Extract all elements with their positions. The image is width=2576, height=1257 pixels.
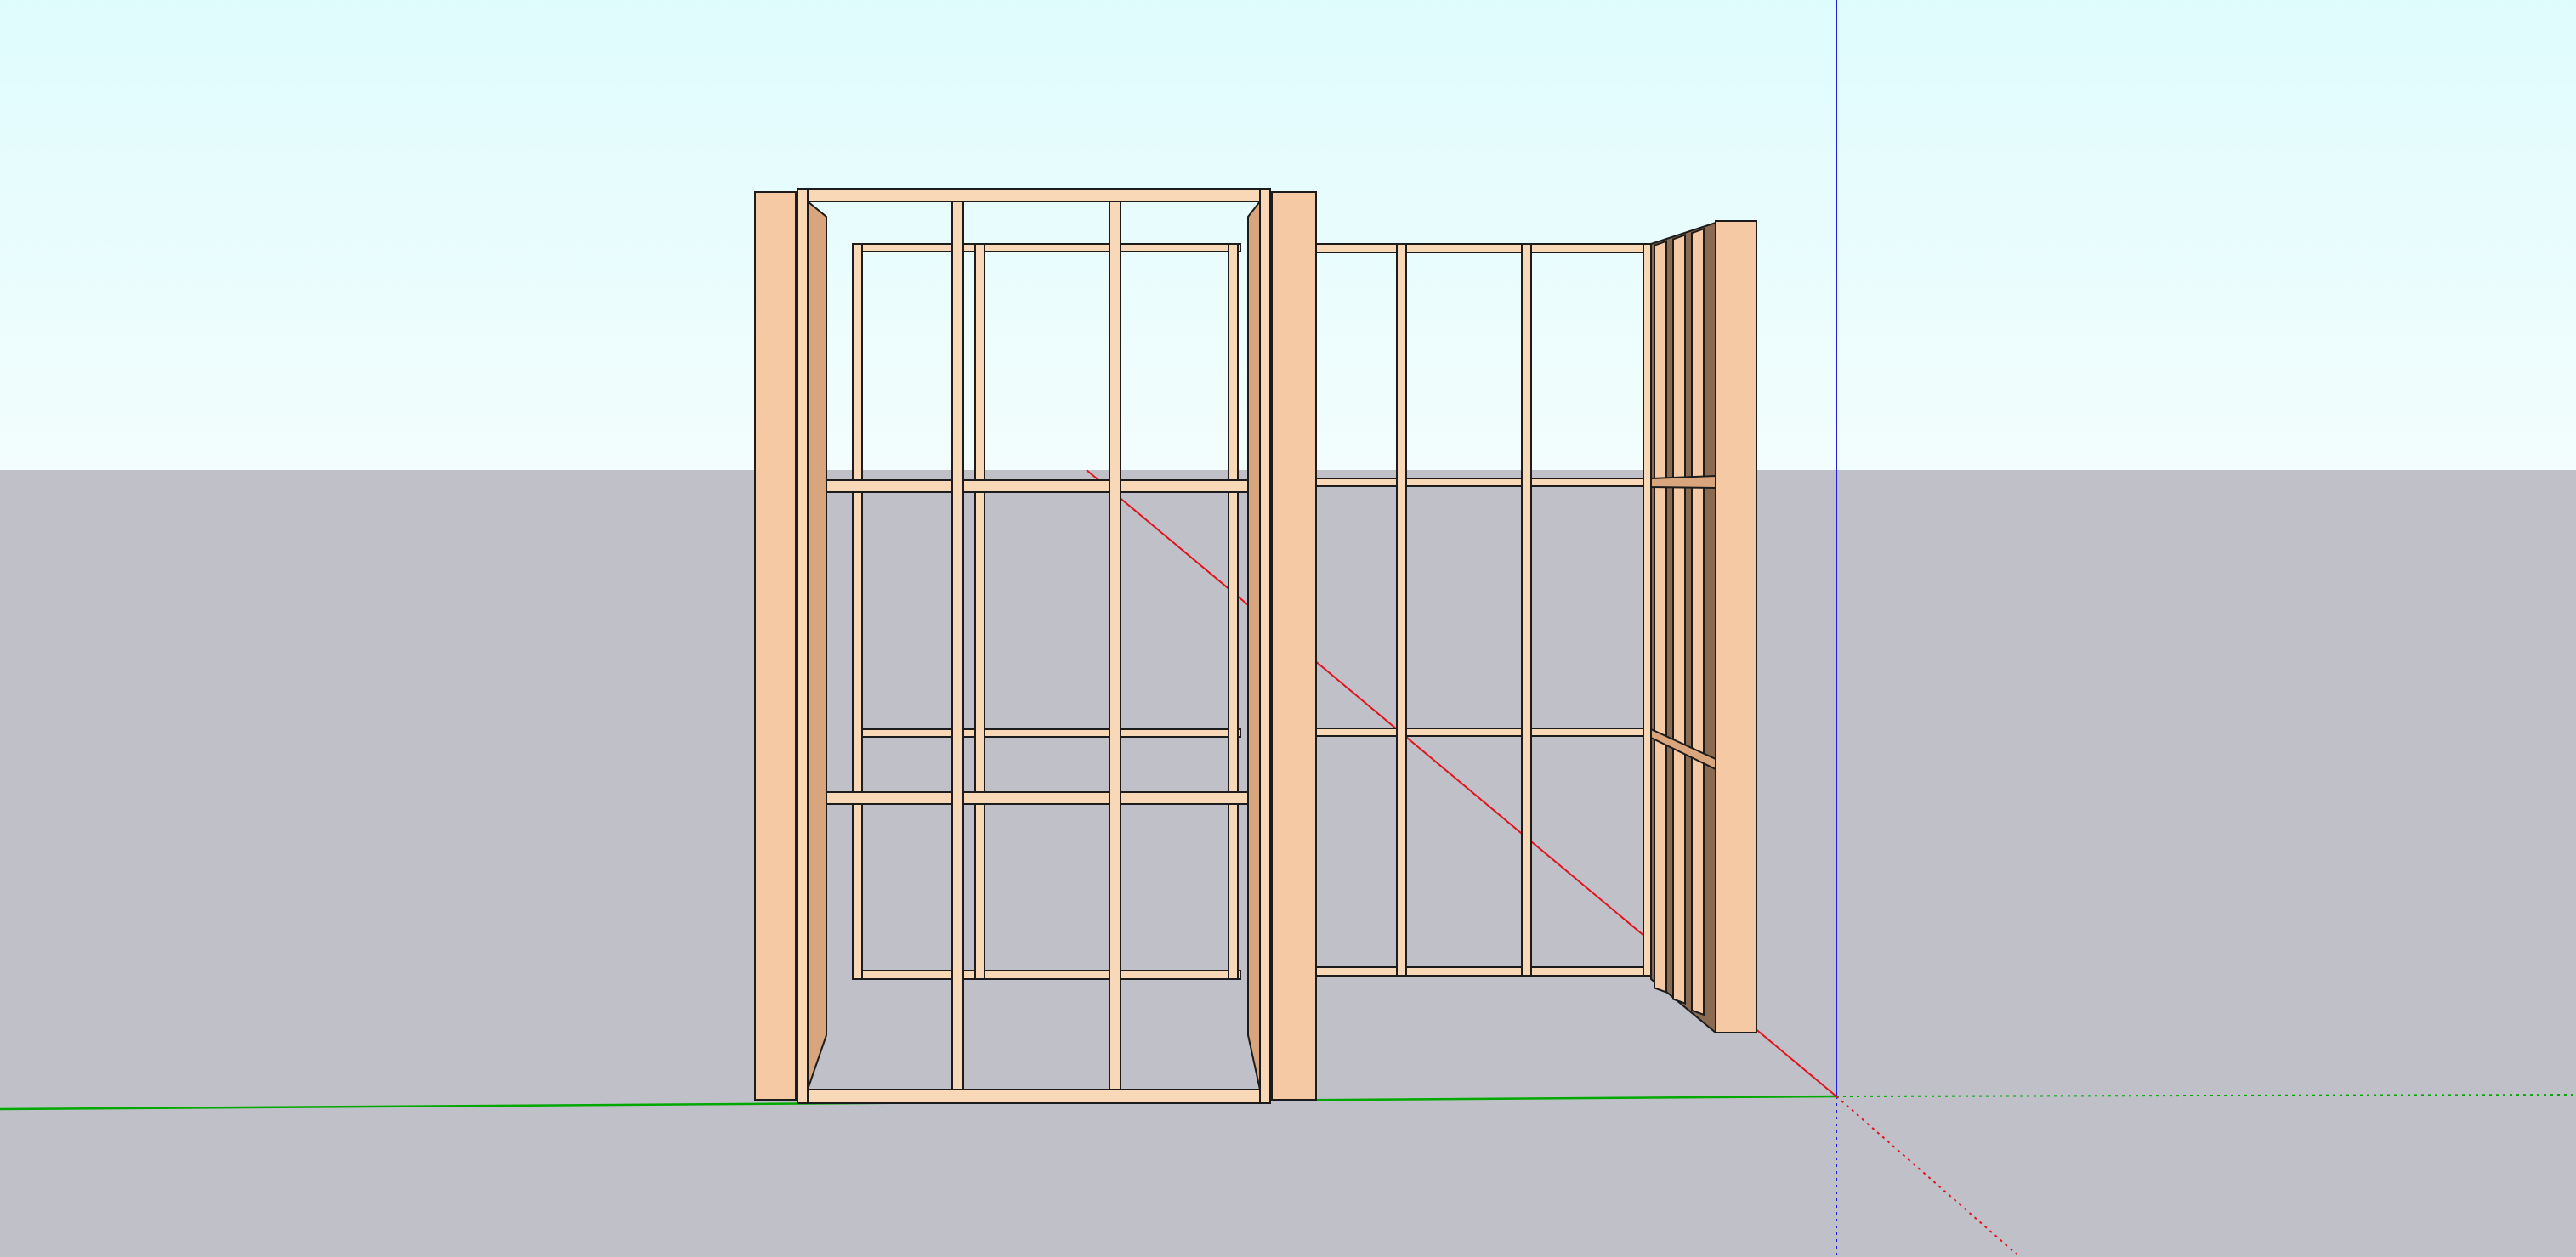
back-wall-stud xyxy=(1396,243,1407,977)
front-wall-stud xyxy=(1109,201,1121,1090)
front-wall-upper-rail xyxy=(805,479,1266,493)
back-wall-mid-rail xyxy=(852,728,1241,738)
back-wall-top-plate-right xyxy=(1313,243,1650,253)
front-wall-left-return xyxy=(807,199,827,1090)
side-wall-stud xyxy=(1691,227,1705,1016)
side-wall-frame[interactable] xyxy=(1650,220,1757,1035)
side-wall-stud xyxy=(1654,240,1667,994)
back-wall-stud xyxy=(1228,243,1239,980)
back-wall-stud xyxy=(852,243,863,980)
side-wall-stud xyxy=(1672,234,1686,1005)
front-wall-right-return xyxy=(1247,199,1261,1090)
front-wall-left-stud xyxy=(797,188,809,1104)
front-wall-right-stud xyxy=(1259,188,1271,1104)
front-wall-right-post xyxy=(1271,191,1317,1101)
front-wall-left-post xyxy=(754,191,797,1101)
back-wall-bottom-plate xyxy=(852,970,1241,980)
back-wall-mid-rail-right xyxy=(1313,728,1650,737)
back-wall-upper-rail-right xyxy=(1313,478,1650,487)
modeling-viewport[interactable] xyxy=(0,0,2576,1257)
back-wall-stud xyxy=(1521,243,1532,977)
front-wall-stud xyxy=(951,201,964,1090)
side-wall-rail xyxy=(1650,474,1716,490)
back-wall-top-plate xyxy=(852,243,1241,252)
front-wall-lower-rail xyxy=(805,791,1266,805)
back-wall-stud xyxy=(974,243,985,980)
front-wall-bottom-plate xyxy=(797,1089,1271,1104)
back-wall-bottom-plate-right xyxy=(1313,966,1650,977)
side-wall-end-post xyxy=(1715,220,1757,1033)
front-wall-top-plate xyxy=(797,188,1271,202)
